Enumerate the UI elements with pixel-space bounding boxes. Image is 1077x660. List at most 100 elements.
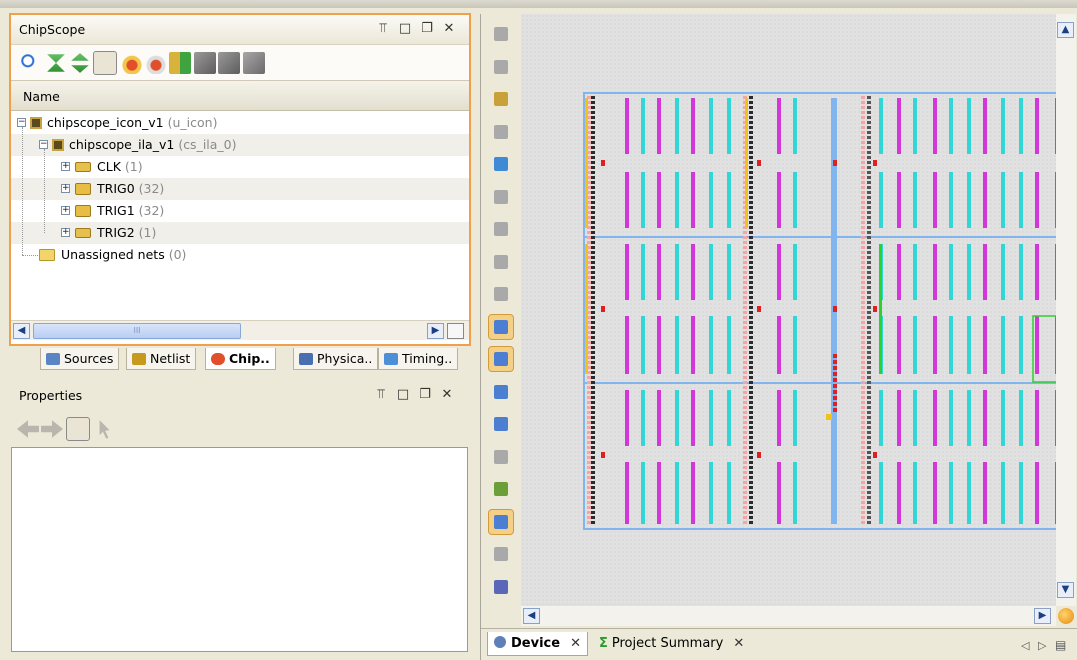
- fabric-column: [879, 98, 883, 154]
- tab-netlist[interactable]: Netlist: [126, 348, 197, 370]
- logic-cell: [591, 226, 595, 229]
- expand-all-icon[interactable]: [71, 53, 89, 73]
- close-icon[interactable]: ✕: [439, 387, 455, 403]
- expand-expander[interactable]: +: [61, 206, 70, 215]
- relocate-icon[interactable]: [489, 380, 513, 404]
- unmark-icon[interactable]: [488, 508, 514, 535]
- folder-icon: [39, 249, 55, 261]
- fabric-column: [913, 98, 917, 154]
- tree-row-trig0[interactable]: + TRIG0 (32): [11, 178, 469, 200]
- forward-icon[interactable]: [41, 420, 63, 438]
- tab-chipscope[interactable]: Chip..: [205, 348, 276, 370]
- close-tab-icon[interactable]: ✕: [570, 636, 581, 651]
- logic-cell: [867, 401, 871, 404]
- pin-icon[interactable]: ⫪: [375, 21, 391, 37]
- draw-icon[interactable]: [489, 412, 513, 436]
- show-io-icon[interactable]: [489, 250, 513, 274]
- logic-cell: [867, 186, 871, 189]
- add-data-icon[interactable]: [218, 52, 240, 74]
- tab-list-icon[interactable]: ▤: [1055, 638, 1066, 652]
- device-canvas[interactable]: [521, 14, 1056, 606]
- pan-icon[interactable]: [489, 120, 513, 144]
- logic-cell: [861, 496, 865, 499]
- forward-icon[interactable]: [489, 55, 513, 79]
- tab-device[interactable]: Device ✕: [487, 632, 588, 656]
- logic-cell: [867, 491, 871, 494]
- logic-cell: [749, 436, 753, 439]
- restore-icon[interactable]: ❐: [417, 387, 433, 403]
- zoom-icon[interactable]: [489, 575, 513, 599]
- back-icon[interactable]: [17, 420, 39, 438]
- tree-row-trig1[interactable]: + TRIG1 (32): [11, 200, 469, 222]
- select-area-icon[interactable]: [489, 87, 513, 111]
- scroll-thumb[interactable]: III: [33, 323, 241, 339]
- search-icon[interactable]: [19, 52, 41, 74]
- logic-cell: [743, 391, 747, 394]
- scroll-down-button[interactable]: ▼: [1057, 582, 1074, 598]
- group-by-icon[interactable]: [93, 51, 117, 75]
- fabric-column: [983, 390, 987, 446]
- cross-probe-icon[interactable]: [489, 445, 513, 469]
- logic-cell: [861, 171, 865, 174]
- tab-physical[interactable]: Physica..: [293, 348, 379, 370]
- back-icon[interactable]: [489, 22, 513, 46]
- add-pblock-icon[interactable]: [489, 152, 513, 176]
- zoom-corner-icon[interactable]: [1058, 608, 1074, 624]
- tree-row-clk[interactable]: + CLK (1): [11, 156, 469, 178]
- add-probe-icon[interactable]: [121, 52, 143, 74]
- maximize-icon[interactable]: □: [395, 387, 411, 403]
- logic-cell: [867, 131, 871, 134]
- scroll-up-button[interactable]: ▲: [1057, 22, 1074, 38]
- logic-cell: [861, 261, 865, 264]
- remove-probe-icon[interactable]: [145, 52, 167, 74]
- zoom-fit-icon[interactable]: [488, 346, 514, 372]
- settings-icon[interactable]: [66, 417, 90, 441]
- mark-icon[interactable]: [489, 477, 513, 501]
- device-horizontal-scrollbar[interactable]: ◀ ▶: [521, 606, 1056, 626]
- scroll-left-button[interactable]: ◀: [13, 323, 30, 339]
- scroll-left-button[interactable]: ◀: [523, 608, 540, 624]
- close-icon[interactable]: ✕: [441, 21, 457, 37]
- tab-project-summary[interactable]: Σ Project Summary ✕: [593, 632, 750, 656]
- collapse-expander[interactable]: −: [17, 118, 26, 127]
- route-icon[interactable]: [489, 217, 513, 241]
- unplace-icon[interactable]: [489, 542, 513, 566]
- tab-sources[interactable]: Sources: [40, 348, 120, 370]
- expand-expander[interactable]: +: [61, 228, 70, 237]
- expand-expander[interactable]: +: [61, 162, 70, 171]
- routing-icon[interactable]: [488, 313, 514, 340]
- add-trigger-icon[interactable]: [194, 52, 216, 74]
- collapse-all-icon[interactable]: [47, 54, 65, 72]
- tab-timing[interactable]: Timing..: [378, 348, 459, 370]
- expand-expander[interactable]: +: [61, 184, 70, 193]
- collapse-expander[interactable]: −: [39, 140, 48, 149]
- device-vertical-scrollbar[interactable]: ▲ ▼: [1056, 14, 1076, 606]
- tree-item-suffix: (u_icon): [167, 115, 218, 130]
- place-icon[interactable]: [489, 185, 513, 209]
- connect-net-icon[interactable]: [169, 52, 191, 74]
- tree-row-unassigned[interactable]: Unassigned nets (0): [11, 244, 469, 266]
- maximize-icon[interactable]: □: [397, 21, 413, 37]
- logic-cell: [591, 216, 595, 219]
- name-column-header[interactable]: Name: [11, 81, 469, 111]
- logic-cell: [749, 286, 753, 289]
- scroll-right-button[interactable]: ▶: [1034, 608, 1051, 624]
- pin-icon[interactable]: ⫪: [373, 387, 389, 403]
- scroll-right-button[interactable]: ▶: [427, 323, 444, 339]
- tab-scroll-left-icon[interactable]: ◁: [1021, 639, 1029, 652]
- restore-icon[interactable]: ❐: [419, 21, 435, 37]
- tab-scroll-right-icon[interactable]: ▷: [1038, 639, 1046, 652]
- floorplan-view[interactable]: [521, 14, 1056, 606]
- tree-horizontal-scrollbar[interactable]: ◀ III ▶: [11, 320, 469, 340]
- tree-row-icon[interactable]: − chipscope_icon_v1 (u_icon): [11, 112, 469, 134]
- logic-cell: [867, 151, 871, 154]
- select-icon[interactable]: [99, 420, 110, 439]
- show-clock-icon[interactable]: [489, 282, 513, 306]
- delete-icon[interactable]: [243, 52, 265, 74]
- routed-net: [826, 414, 832, 420]
- tree-row-ila[interactable]: − chipscope_ila_v1 (cs_ila_0): [11, 134, 469, 156]
- close-tab-icon[interactable]: ✕: [733, 636, 744, 651]
- tree-row-trig2[interactable]: + TRIG2 (1): [11, 222, 469, 244]
- logic-cell: [867, 266, 871, 269]
- fabric-column: [949, 462, 953, 524]
